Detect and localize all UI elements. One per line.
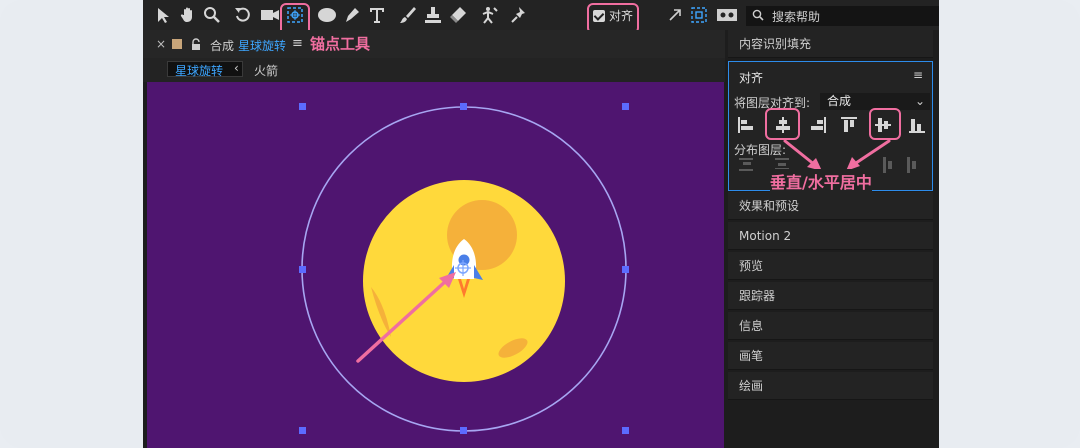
motion2-item[interactable]: Motion 2 — [728, 222, 933, 250]
zoom-tool-icon[interactable] — [202, 5, 222, 25]
lock-icon[interactable] — [191, 36, 201, 55]
composition-name[interactable]: 星球旋转 — [238, 37, 286, 54]
preview-label: 预览 — [739, 259, 764, 273]
panel-menu-icon[interactable]: ≡ — [292, 36, 303, 51]
tracker-item[interactable]: 跟踪器 — [728, 282, 933, 310]
paint-item[interactable]: 绘画 — [728, 372, 933, 400]
pen-tool-icon[interactable] — [342, 5, 362, 25]
search-label: 搜索帮助 — [772, 9, 821, 24]
chevron-down-icon: ⌄ — [914, 94, 925, 108]
composition-canvas[interactable] — [147, 82, 724, 448]
composition-prefix: 合成 — [210, 39, 235, 53]
type-tool-icon[interactable] — [367, 5, 387, 25]
search-icon — [752, 9, 764, 24]
workspace-icon[interactable] — [716, 5, 738, 25]
tracker-label: 跟踪器 — [739, 289, 776, 303]
align-panel: 对齐 ≡ 将图层对齐到: 合成 ⌄ 分布图层: 垂直/水平居中 — [728, 61, 933, 193]
clone-stamp-tool-icon[interactable] — [423, 5, 443, 25]
tab-huojian[interactable]: 火箭 — [254, 62, 278, 79]
brush-label: 画笔 — [739, 349, 764, 363]
composition-color-swatch — [172, 39, 182, 49]
paint-label: 绘画 — [739, 379, 764, 393]
toolbar: 对齐 搜索帮助 — [143, 0, 939, 36]
expand-icon[interactable] — [665, 5, 685, 25]
motion2-label: Motion 2 — [739, 228, 792, 243]
tab-xingqiu-xuanzhuan[interactable]: 星球旋转 — [175, 62, 223, 79]
composition-tabs: 星球旋转 ‹ 火箭 — [143, 58, 725, 82]
effects-presets-item[interactable]: 效果和预设 — [728, 192, 933, 220]
close-panel-button[interactable]: × — [156, 37, 166, 51]
composition-viewer[interactable] — [147, 82, 724, 448]
hand-tool-icon[interactable] — [178, 5, 198, 25]
ellipse-tool-icon[interactable] — [316, 5, 338, 25]
snap-frame-icon[interactable] — [689, 5, 709, 25]
info-label: 信息 — [739, 319, 764, 333]
align-panel-menu-icon[interactable]: ≡ — [913, 68, 923, 82]
composition-panel-header: × 合成 星球旋转 ≡ 锚点工具 — [143, 30, 725, 58]
tab-chevron-left-icon[interactable]: ‹ — [234, 61, 239, 75]
rotate-tool-icon[interactable] — [233, 5, 253, 25]
effects-presets-label: 效果和预设 — [739, 199, 800, 213]
anchor-tool-annotation: 锚点工具 — [310, 35, 371, 53]
brush-tool-icon[interactable] — [398, 5, 418, 25]
align-left-icon[interactable] — [737, 116, 755, 138]
help-search-input[interactable]: 搜索帮助 — [746, 6, 939, 26]
right-panel: 内容识别填充 对齐 ≡ 将图层对齐到: 合成 ⌄ 分布图层: 垂直/水平居中 效… — [728, 30, 935, 448]
content-aware-fill-label: 内容识别填充 — [739, 37, 812, 51]
align-panel-title: 对齐 — [739, 71, 764, 85]
align-center-annotation: 垂直/水平居中 — [770, 169, 872, 193]
puppet-pin-tool-icon[interactable] — [509, 5, 529, 25]
roto-brush-tool-icon[interactable] — [479, 5, 499, 25]
align-target-value: 合成 — [827, 94, 852, 108]
eraser-tool-icon[interactable] — [448, 5, 468, 25]
info-item[interactable]: 信息 — [728, 312, 933, 340]
selection-tool-icon[interactable] — [153, 5, 173, 25]
brush-item[interactable]: 画笔 — [728, 342, 933, 370]
content-aware-fill-item[interactable]: 内容识别填充 — [728, 30, 933, 58]
preview-item[interactable]: 预览 — [728, 252, 933, 280]
annotation-arrows — [783, 139, 891, 171]
after-effects-window: 对齐 搜索帮助 × 合成 星球旋转 ≡ 锚点工具 星球旋转 ‹ 火箭 内容识别填… — [143, 0, 939, 448]
